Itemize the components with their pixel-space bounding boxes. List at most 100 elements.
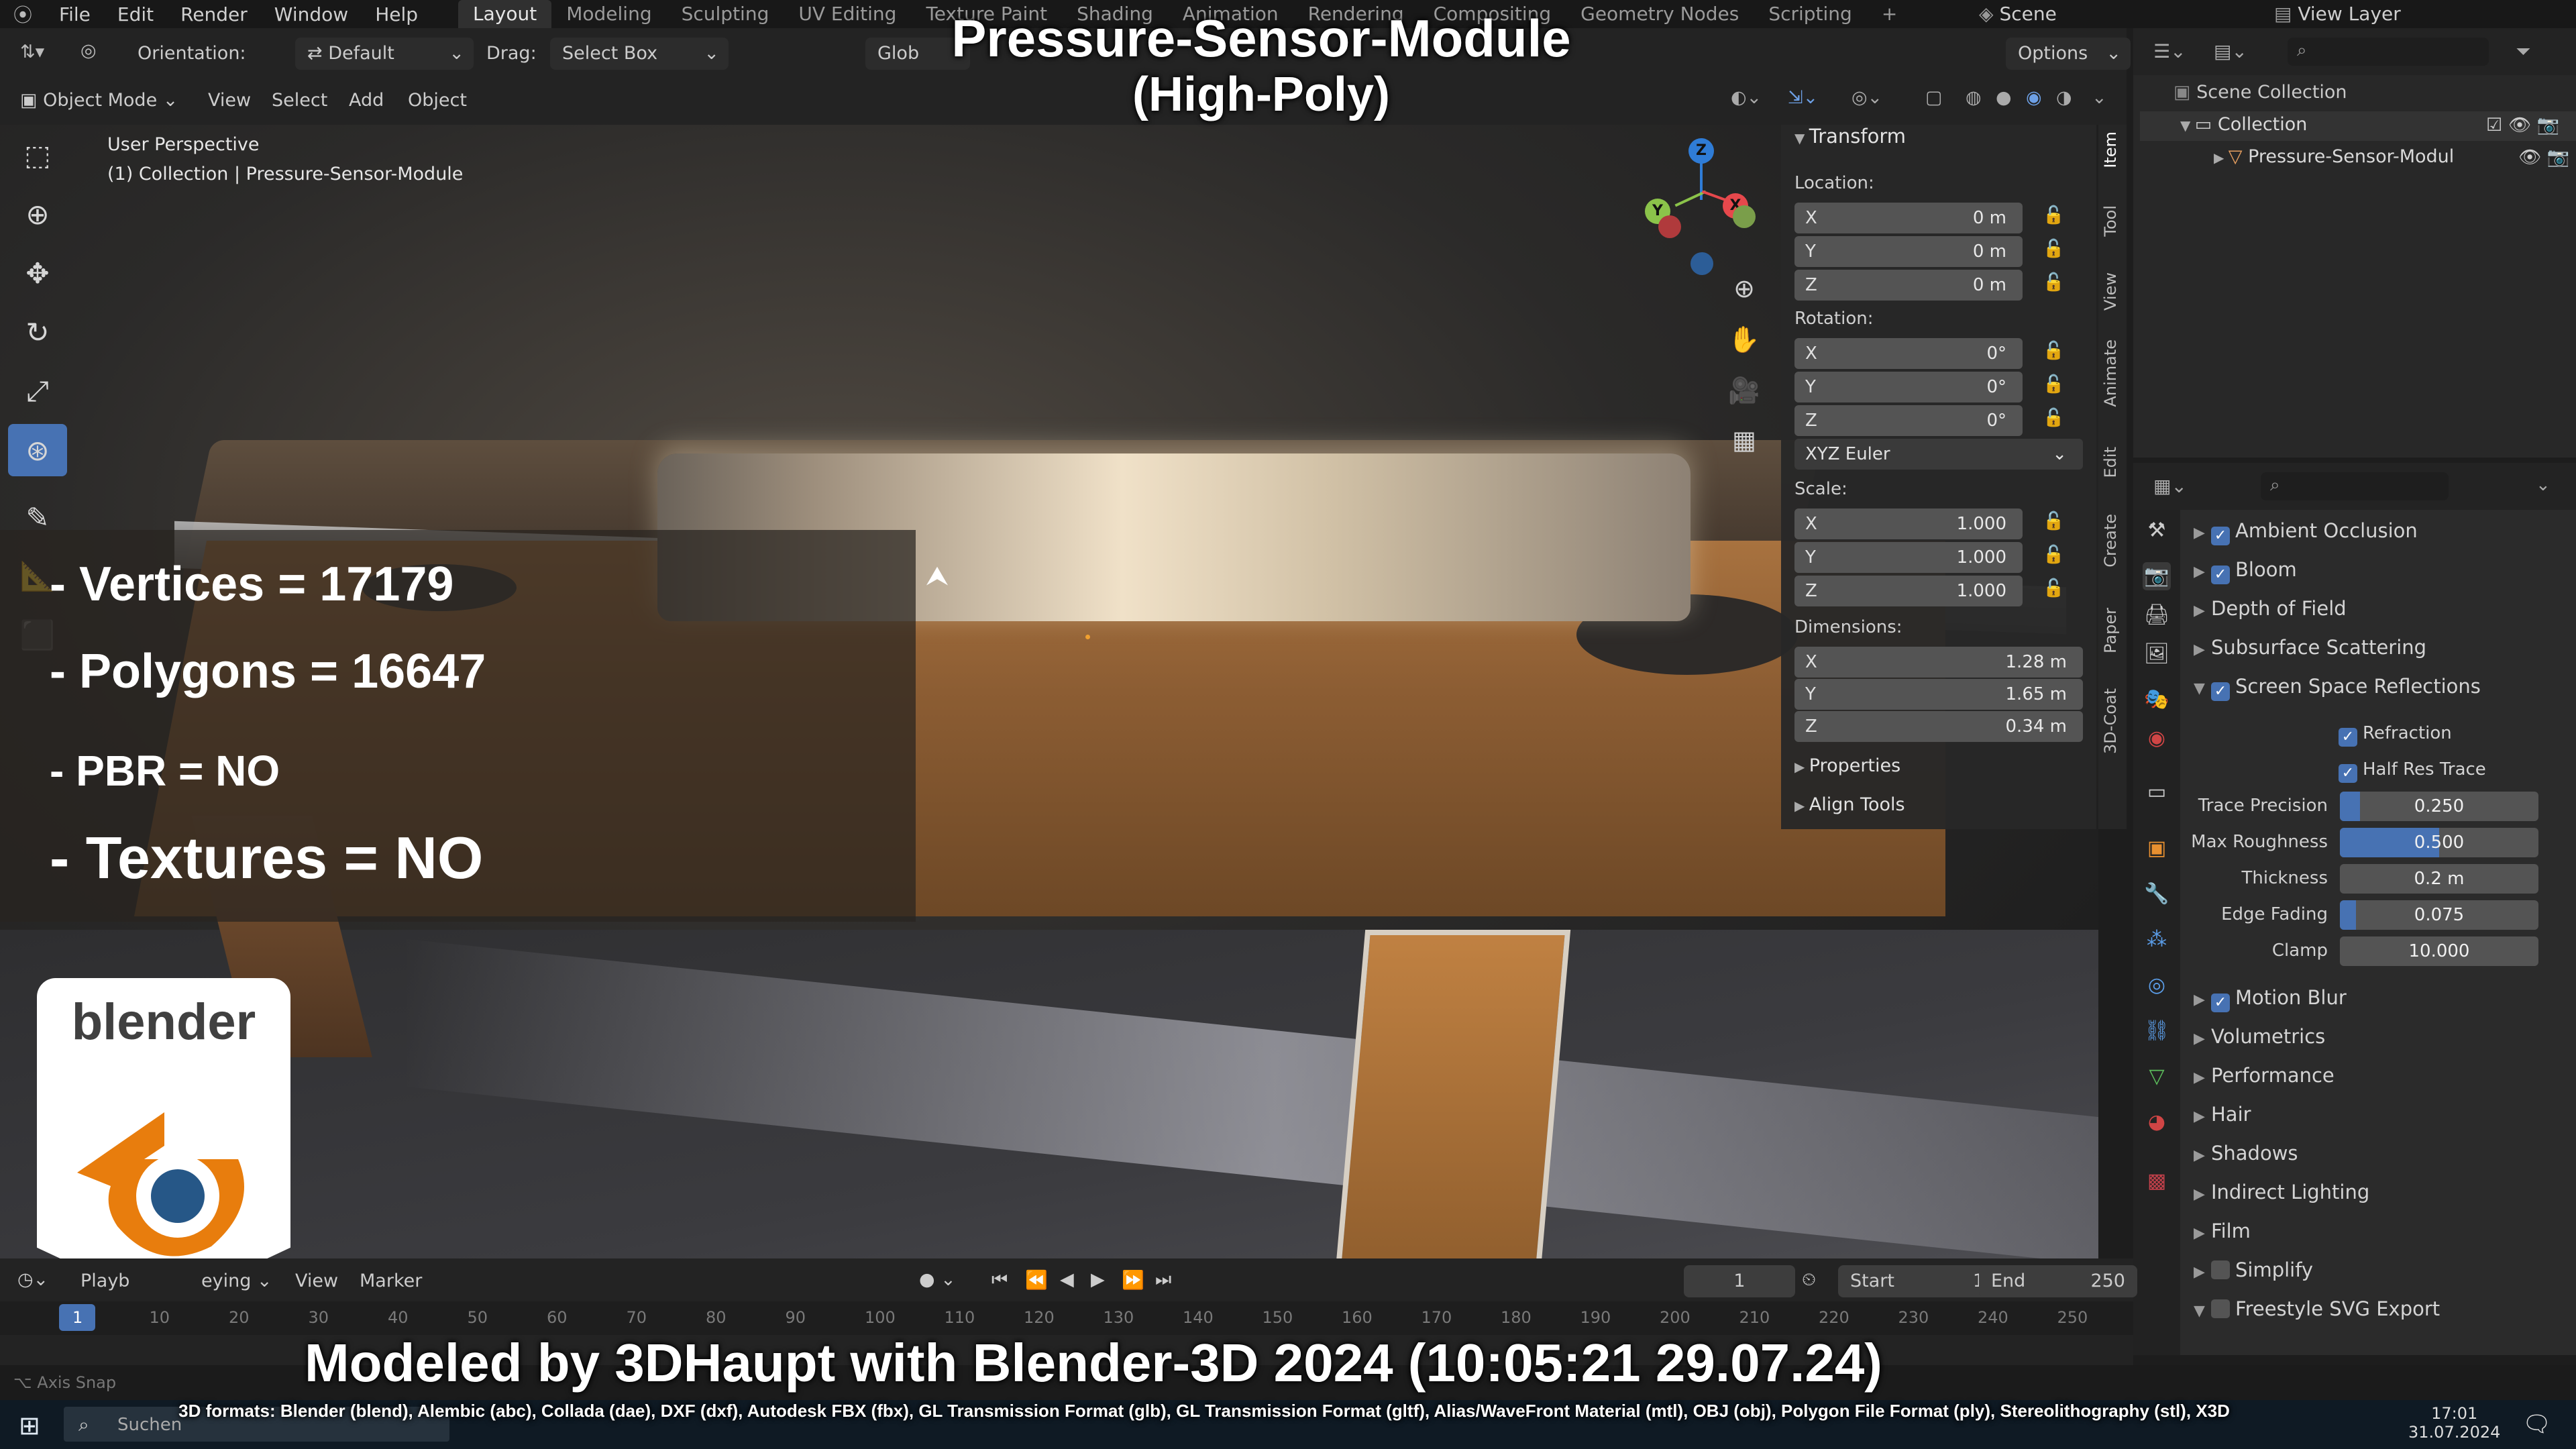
options-dropdown[interactable]: Options ⌄	[2006, 38, 2131, 70]
menu-view[interactable]: View	[208, 90, 251, 111]
subsurface-panel[interactable]: ▶ Subsurface Scattering	[2194, 636, 2426, 659]
camera-view-icon[interactable]: 🎥	[1724, 370, 1764, 411]
record-icon[interactable]: ● ⌄	[919, 1269, 956, 1290]
thickness-field[interactable]: 0.2 m	[2340, 864, 2538, 894]
neg-z-axis-icon[interactable]	[1690, 252, 1713, 275]
navigation-gizmo[interactable]: Z Y X	[1637, 138, 1771, 275]
rotation-x-field[interactable]: X 0°	[1794, 338, 2023, 369]
tab-item[interactable]: Item	[2101, 131, 2124, 168]
add-workspace-icon[interactable]: +	[1867, 0, 1912, 28]
location-x-field[interactable]: X 0 m	[1794, 203, 2023, 233]
keying-menu[interactable]: eying ⌄	[201, 1271, 272, 1291]
simplify-panel[interactable]: ▶ Simplify	[2194, 1258, 2313, 1281]
tab-view[interactable]: View	[2101, 272, 2124, 311]
volumetrics-panel[interactable]: ▶ Volumetrics	[2194, 1025, 2325, 1048]
menu-select[interactable]: Select	[272, 90, 327, 111]
shading-material-icon[interactable]: ◉	[2026, 87, 2042, 108]
properties-panel-header[interactable]: ▶ Properties	[1794, 755, 1900, 776]
select-box-tool-icon[interactable]: ⬚	[8, 129, 67, 181]
perspective-grid-icon[interactable]: ▦	[1724, 420, 1764, 460]
refraction-option[interactable]: ✓ Refraction	[2339, 723, 2452, 747]
object-tab-icon[interactable]: ▣	[2143, 835, 2171, 863]
motion-blur-checkbox[interactable]: ✓	[2211, 994, 2230, 1012]
menu-object[interactable]: Object	[408, 90, 467, 111]
pan-hand-icon[interactable]: ✋	[1724, 319, 1764, 360]
current-frame-field[interactable]: 1	[1684, 1265, 1795, 1297]
neg-y-axis-icon[interactable]	[1733, 205, 1756, 228]
prev-keyframe-icon[interactable]: ⏪	[1025, 1269, 1048, 1291]
menu-file[interactable]: File	[46, 3, 104, 25]
location-z-field[interactable]: Z 0 m	[1794, 270, 2023, 301]
lock-icon[interactable]: 🔓	[2043, 511, 2067, 535]
collection-toggles[interactable]: ☑ 👁 📷	[2486, 114, 2559, 136]
end-frame-field[interactable]: End 250	[1979, 1265, 2137, 1297]
shading-solid-icon[interactable]: ●	[1996, 87, 2012, 108]
dimension-y-field[interactable]: Y 1.65 m	[1794, 679, 2083, 710]
workspace-tab-sculpting[interactable]: Sculpting	[667, 0, 784, 28]
material-tab-icon[interactable]: ◕	[2143, 1108, 2171, 1136]
cursor-tool-icon[interactable]: ⊕	[8, 188, 67, 240]
overlay-toggle-icon[interactable]: ◎⌄	[1851, 87, 1882, 108]
menu-edit[interactable]: Edit	[104, 3, 167, 25]
rotation-y-field[interactable]: Y 0°	[1794, 372, 2023, 402]
film-panel[interactable]: ▶ Film	[2194, 1220, 2251, 1242]
rotation-z-field[interactable]: Z 0°	[1794, 405, 2023, 436]
marker-menu[interactable]: Marker	[360, 1271, 422, 1291]
filter-icon[interactable]: ⏷	[2516, 40, 2530, 63]
collection-tab-icon[interactable]: ▭	[2143, 778, 2171, 806]
ambient-occlusion-panel[interactable]: ▶ ✓ Ambient Occlusion	[2194, 519, 2418, 545]
jump-start-icon[interactable]: ⏮	[991, 1269, 1008, 1291]
chevron-down-icon[interactable]: ⌄	[2536, 475, 2551, 495]
indirect-lighting-panel[interactable]: ▶ Indirect Lighting	[2194, 1181, 2369, 1203]
bloom-panel[interactable]: ▶ ✓ Bloom	[2194, 558, 2297, 584]
lock-icon[interactable]: 🔓	[2043, 408, 2067, 432]
drag-dropdown[interactable]: Select Box ⌄	[550, 38, 729, 70]
tool-tab-icon[interactable]: ⚒	[2143, 517, 2171, 545]
timeline-editor-icon[interactable]: ◷⌄	[17, 1269, 48, 1290]
lock-icon[interactable]: 🔓	[2043, 545, 2067, 569]
taskbar-clock[interactable]: 17:01 31.07.2024	[2408, 1404, 2500, 1442]
render-tab-icon[interactable]: 📷	[2143, 562, 2171, 590]
shading-options-icon[interactable]: ⌄	[2092, 87, 2107, 108]
preview-range-icon[interactable]: ⏲	[1802, 1269, 1816, 1291]
timeline-view-menu[interactable]: View	[295, 1271, 338, 1291]
view-layer-selector[interactable]: ▤ View Layer	[2274, 0, 2401, 28]
tab-3d-coat[interactable]: 3D-Coat	[2101, 688, 2124, 754]
workspace-tab-layout[interactable]: Layout	[458, 0, 552, 28]
freestyle-checkbox[interactable]	[2211, 1299, 2230, 1318]
play-reverse-icon[interactable]: ◀	[1060, 1269, 1074, 1290]
texture-tab-icon[interactable]: ▩	[2143, 1167, 2171, 1195]
output-tab-icon[interactable]: 🖨	[2143, 601, 2171, 629]
outliner-scene-collection[interactable]: ▣ Scene Collection	[2174, 82, 2347, 103]
lock-icon[interactable]: 🔓	[2043, 578, 2067, 602]
view-layer-tab-icon[interactable]: 🖼	[2143, 640, 2171, 668]
menu-add[interactable]: Add	[349, 90, 384, 111]
tab-animate[interactable]: Animate	[2101, 339, 2124, 407]
edge-fading-slider[interactable]: 0.075	[2340, 900, 2538, 930]
outliner-editor-icon[interactable]: ☰⌄	[2153, 40, 2186, 62]
workspace-tab-scripting[interactable]: Scripting	[1754, 0, 1867, 28]
editor-type-icon[interactable]: ⇅▾	[20, 42, 44, 62]
menu-help[interactable]: Help	[362, 3, 431, 25]
zoom-icon[interactable]: ⊕	[1724, 268, 1764, 309]
tab-tool[interactable]: Tool	[2101, 205, 2124, 237]
tab-paper[interactable]: Paper	[2101, 608, 2124, 653]
ambient-occlusion-checkbox[interactable]: ✓	[2211, 527, 2230, 545]
outliner-object-row[interactable]: ▶ ▽ Pressure-Sensor-Modul	[2214, 146, 2454, 167]
tab-create[interactable]: Create	[2101, 514, 2124, 568]
move-tool-icon[interactable]: ✥	[8, 247, 67, 299]
lock-icon[interactable]: 🔓	[2043, 205, 2067, 229]
max-roughness-slider[interactable]: 0.500	[2340, 828, 2538, 857]
scene-selector[interactable]: ◈ Scene	[1979, 0, 2057, 28]
ssr-checkbox[interactable]: ✓	[2211, 682, 2230, 701]
playback-menu[interactable]: Playb	[80, 1271, 129, 1291]
start-frame-field[interactable]: Start1	[1838, 1265, 1996, 1297]
orientation-dropdown[interactable]: ⇄ Default ⌄	[295, 38, 474, 70]
trace-precision-slider[interactable]: 0.250	[2340, 792, 2538, 821]
object-toggles[interactable]: 👁 📷	[2518, 146, 2570, 168]
notification-icon[interactable]: 🗨	[2522, 1411, 2551, 1438]
play-icon[interactable]: ▶	[1091, 1269, 1105, 1290]
jump-end-icon[interactable]: ⏭	[1155, 1269, 1171, 1291]
object-mode-dropdown[interactable]: ▣ Object Mode ⌄	[20, 90, 178, 111]
constraints-tab-icon[interactable]: ⛓	[2143, 1017, 2171, 1045]
